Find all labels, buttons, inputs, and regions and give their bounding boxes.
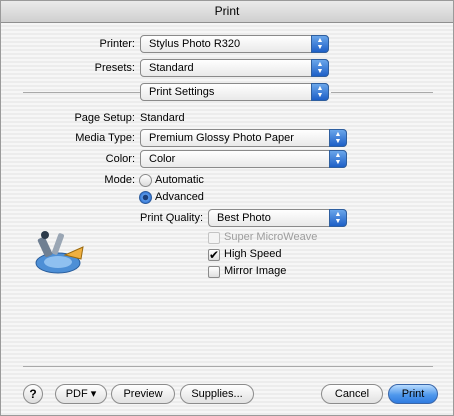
popup-arrows-icon: ▲ ▼	[311, 35, 329, 53]
mirror-image-checkbox[interactable]	[208, 266, 220, 278]
mode-advanced-radio[interactable]	[139, 191, 152, 204]
page-setup-value: Standard	[140, 112, 185, 124]
window-title: Print	[1, 1, 453, 23]
high-speed-checkbox[interactable]: ✔	[208, 249, 220, 261]
mode-label: Mode:	[104, 174, 135, 186]
mode-automatic-radio[interactable]	[139, 174, 152, 187]
popup-arrows-icon: ▲ ▼	[329, 209, 347, 227]
mirror-image-label: Mirror Image	[224, 265, 287, 277]
checkmark-icon: ✔	[209, 248, 220, 262]
cancel-button[interactable]: Cancel	[321, 384, 383, 404]
color-value: Color	[149, 153, 176, 165]
popup-arrows-icon: ▲ ▼	[311, 83, 329, 101]
print-quality-label: Print Quality:	[140, 212, 203, 224]
presets-label: Presets:	[94, 62, 135, 74]
presets-popup[interactable]: Standard ▲ ▼	[140, 59, 329, 77]
help-button[interactable]: ?	[23, 384, 43, 404]
separator-left	[23, 92, 141, 93]
preview-button[interactable]: Preview	[111, 384, 175, 404]
mode-automatic-label: Automatic	[155, 174, 204, 186]
color-label: Color:	[105, 153, 135, 165]
print-quality-popup[interactable]: Best Photo ▲ ▼	[208, 209, 347, 227]
print-quality-value: Best Photo	[217, 212, 271, 224]
popup-arrows-icon: ▲ ▼	[329, 150, 347, 168]
media-type-popup[interactable]: Premium Glossy Photo Paper ▲ ▼	[140, 129, 347, 147]
high-speed-label: High Speed	[224, 248, 282, 260]
panel-value: Print Settings	[149, 86, 215, 98]
printer-label: Printer:	[99, 38, 135, 50]
supplies-button[interactable]: Supplies...	[180, 384, 254, 404]
popup-arrows-icon: ▲ ▼	[329, 129, 347, 147]
print-dialog: Print Printer: Stylus Photo R320 ▲ ▼ Pres…	[0, 0, 454, 416]
super-microweave-checkbox[interactable]	[208, 232, 220, 244]
popup-arrows-icon: ▲ ▼	[311, 59, 329, 77]
printer-popup[interactable]: Stylus Photo R320 ▲ ▼	[140, 35, 329, 53]
media-type-value: Premium Glossy Photo Paper	[149, 132, 294, 144]
mode-advanced-label: Advanced	[155, 191, 204, 203]
print-button[interactable]: Print	[388, 384, 438, 404]
page-setup-label: Page Setup:	[74, 112, 135, 124]
pdf-button[interactable]: PDF ▾	[55, 384, 107, 404]
color-popup[interactable]: Color ▲ ▼	[140, 150, 347, 168]
super-microweave-label: Super MicroWeave	[224, 231, 318, 243]
printer-value: Stylus Photo R320	[149, 38, 241, 50]
panel-popup[interactable]: Print Settings ▲ ▼	[140, 83, 329, 101]
separator-right	[331, 92, 433, 93]
media-type-label: Media Type:	[75, 132, 135, 144]
printer-settings-icon	[35, 231, 84, 274]
bottom-separator	[23, 366, 433, 367]
presets-value: Standard	[149, 62, 194, 74]
